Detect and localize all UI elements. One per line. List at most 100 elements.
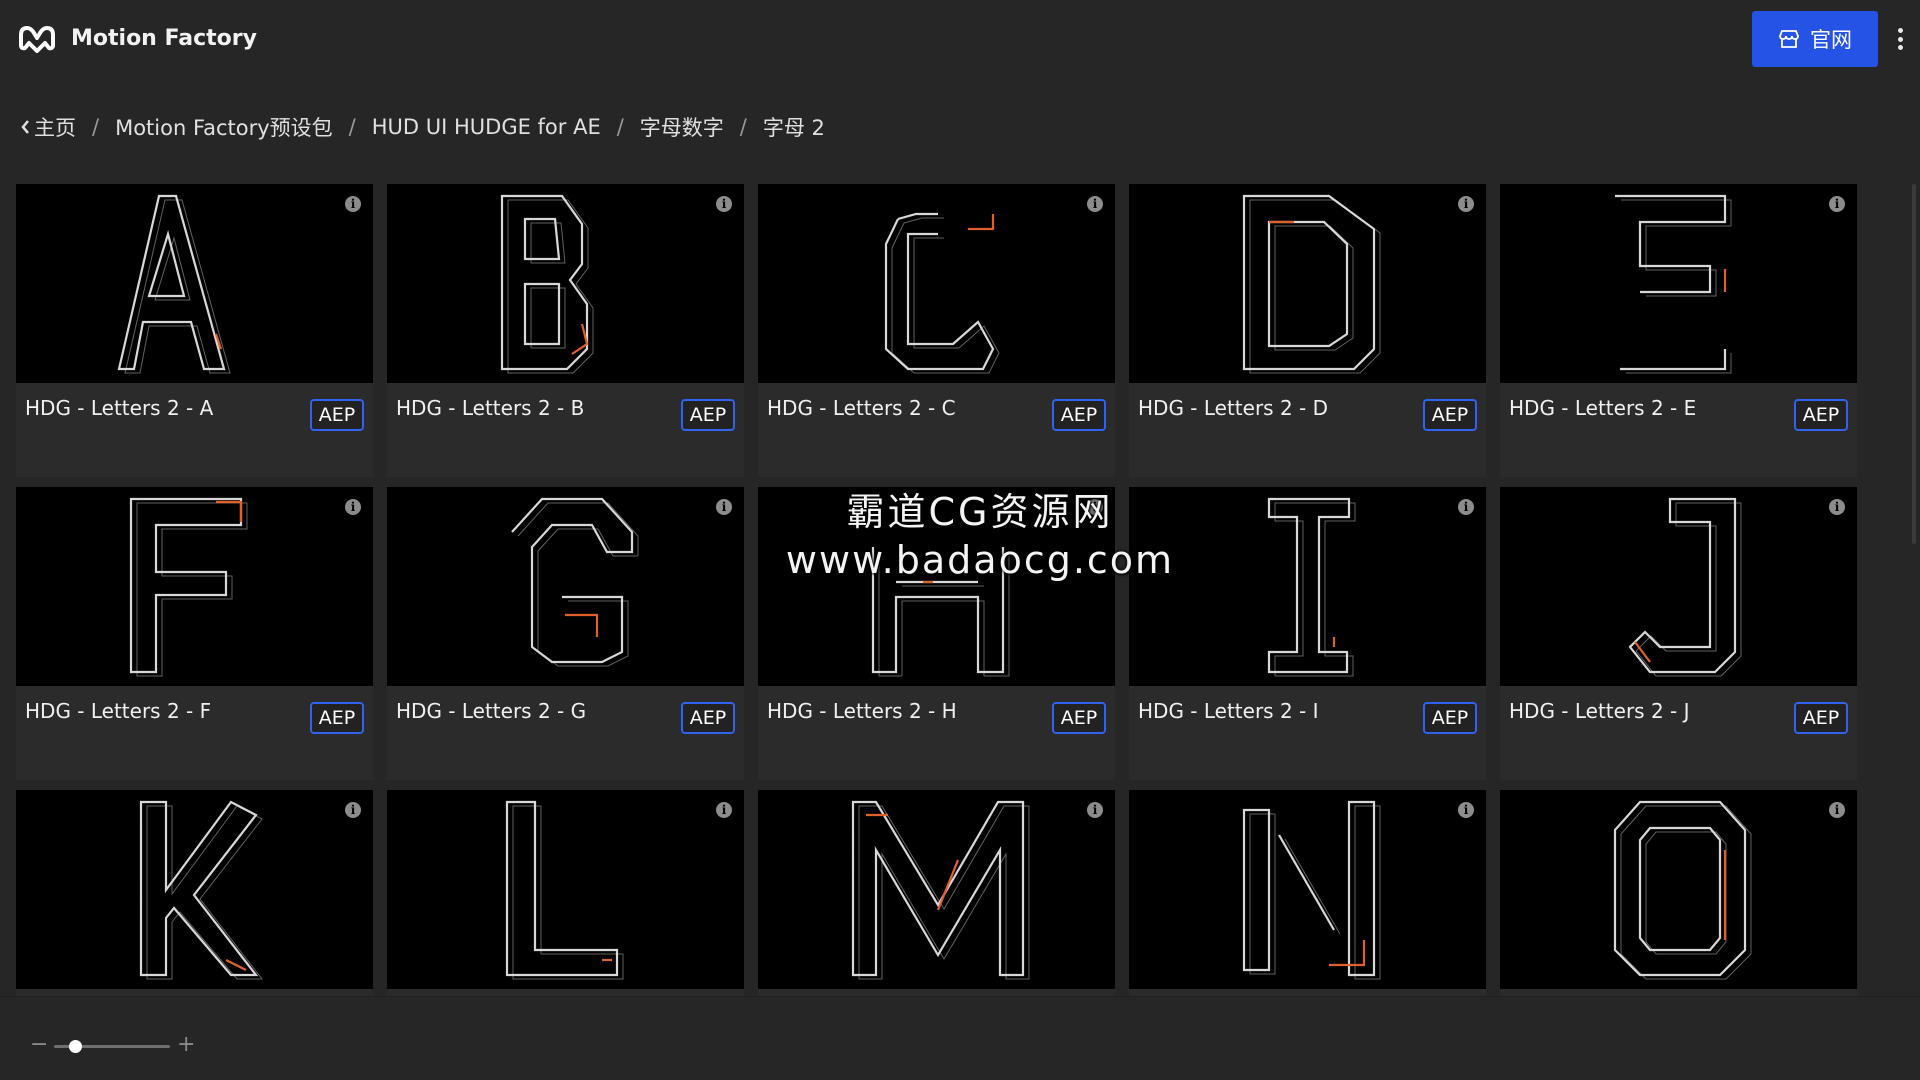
preset-title: HDG - Letters 2 - F — [25, 699, 212, 723]
file-type-badge: AEP — [1052, 702, 1106, 734]
preset-title: HDG - Letters 2 - I — [1138, 699, 1319, 723]
letter-m-graphic — [851, 800, 1030, 980]
preset-thumbnail[interactable]: i — [387, 790, 744, 989]
info-icon[interactable]: i — [1829, 499, 1845, 515]
preset-title: HDG - Letters 2 - J — [1509, 699, 1690, 723]
info-icon[interactable]: i — [345, 802, 361, 818]
zoom-in-button[interactable]: + — [177, 1034, 195, 1056]
zoom-out-button[interactable]: − — [30, 1034, 48, 1056]
preset-thumbnail[interactable]: i — [1500, 487, 1857, 686]
preset-title: HDG - Letters 2 - H — [767, 699, 957, 723]
store-icon — [1779, 30, 1799, 48]
info-icon[interactable]: i — [716, 802, 732, 818]
preset-card[interactable]: i HDG - Letters 2 - F AEP — [16, 487, 373, 780]
preset-title: HDG - Letters 2 - B — [396, 396, 585, 420]
file-type-badge: AEP — [310, 399, 364, 431]
preset-card[interactable]: i HDG - Letters 2 - H AEP — [758, 487, 1115, 780]
preset-title: HDG - Letters 2 - G — [396, 699, 587, 723]
official-site-label: 官网 — [1810, 28, 1852, 52]
letter-i-graphic — [1267, 497, 1356, 677]
breadcrumb-item-pack[interactable]: Motion Factory预设包 — [115, 112, 333, 142]
preset-card[interactable]: i HDG - Letters 2 - E AEP — [1500, 184, 1857, 477]
preset-thumbnail[interactable]: i — [387, 487, 744, 686]
letter-j-graphic — [1628, 497, 1742, 677]
official-site-button[interactable]: 官网 — [1752, 11, 1878, 67]
info-icon[interactable]: i — [345, 196, 361, 212]
preset-thumbnail[interactable]: i — [16, 487, 373, 686]
letter-a-graphic — [117, 194, 231, 374]
file-type-badge: AEP — [310, 702, 364, 734]
bottom-bar — [0, 996, 1920, 1080]
preset-title: HDG - Letters 2 - C — [767, 396, 956, 420]
motion-factory-logo[interactable] — [17, 23, 57, 53]
preset-card[interactable]: i HDG - Letters 2 - I AEP — [1129, 487, 1486, 780]
breadcrumb-separator: / — [348, 115, 356, 139]
letter-b-graphic — [500, 194, 594, 374]
info-icon[interactable]: i — [1458, 499, 1474, 515]
letter-n-graphic — [1242, 800, 1381, 980]
info-icon[interactable]: i — [1829, 802, 1845, 818]
info-icon[interactable]: i — [1829, 196, 1845, 212]
preset-card[interactable]: i HDG - Letters 2 - A AEP — [16, 184, 373, 477]
preset-thumbnail[interactable]: i — [1129, 487, 1486, 686]
preset-card[interactable]: i HDG - Letters 2 - G AEP — [387, 487, 744, 780]
preset-thumbnail[interactable]: i — [1129, 184, 1486, 383]
file-type-badge: AEP — [681, 399, 735, 431]
preset-card[interactable]: i — [758, 790, 1115, 996]
breadcrumb-separator: / — [616, 115, 624, 139]
letter-k-graphic — [139, 800, 264, 980]
info-icon[interactable]: i — [1087, 196, 1103, 212]
info-icon[interactable]: i — [1458, 196, 1474, 212]
preset-card[interactable]: i — [16, 790, 373, 996]
preset-card[interactable]: i — [387, 790, 744, 996]
breadcrumb-separator: / — [92, 115, 100, 139]
preset-card[interactable]: i HDG - Letters 2 - J AEP — [1500, 487, 1857, 780]
letter-l-graphic — [505, 800, 624, 980]
letter-d-graphic — [1242, 194, 1381, 374]
preset-thumbnail[interactable]: i — [758, 790, 1115, 989]
breadcrumb-separator: / — [739, 115, 747, 139]
info-icon[interactable]: i — [1087, 499, 1103, 515]
preset-title: HDG - Letters 2 - A — [25, 396, 214, 420]
scrollbar[interactable] — [1912, 184, 1916, 544]
preset-card[interactable]: i HDG - Letters 2 - C AEP — [758, 184, 1115, 477]
breadcrumb-home[interactable]: 主页 — [20, 112, 76, 142]
preset-thumbnail[interactable]: i — [16, 184, 373, 383]
preset-title: HDG - Letters 2 - D — [1138, 396, 1329, 420]
preset-thumbnail[interactable]: i — [1129, 790, 1486, 989]
preset-thumbnail[interactable]: i — [16, 790, 373, 989]
chevron-left-icon — [21, 120, 29, 134]
preset-thumbnail[interactable]: i — [758, 487, 1115, 686]
info-icon[interactable]: i — [1458, 802, 1474, 818]
breadcrumb: 主页 / Motion Factory预设包 / HUD UI HUDGE fo… — [20, 112, 825, 142]
file-type-badge: AEP — [1794, 399, 1848, 431]
top-bar: Motion Factory 官网 — [0, 0, 1920, 78]
file-type-badge: AEP — [1794, 702, 1848, 734]
letter-c-graphic — [884, 212, 1000, 374]
preset-card[interactable]: i — [1500, 790, 1857, 996]
preset-thumbnail[interactable]: i — [1500, 184, 1857, 383]
info-icon[interactable]: i — [1087, 802, 1103, 818]
letter-e-graphic — [1615, 194, 1732, 374]
letter-h-graphic — [871, 547, 1010, 677]
breadcrumb-item-alphanumeric[interactable]: 字母数字 — [640, 112, 724, 142]
preset-thumbnail[interactable]: i — [387, 184, 744, 383]
zoom-slider-handle[interactable] — [68, 1040, 82, 1053]
preset-title: HDG - Letters 2 - E — [1509, 396, 1697, 420]
file-type-badge: AEP — [1423, 702, 1477, 734]
info-icon[interactable]: i — [716, 196, 732, 212]
preset-thumbnail[interactable]: i — [758, 184, 1115, 383]
preset-card[interactable]: i HDG - Letters 2 - D AEP — [1129, 184, 1486, 477]
letter-o-graphic — [1613, 800, 1752, 980]
letter-g-graphic — [511, 497, 639, 667]
info-icon[interactable]: i — [345, 499, 361, 515]
breadcrumb-item-current: 字母 2 — [762, 116, 825, 140]
more-vertical-icon[interactable] — [1888, 24, 1912, 54]
breadcrumb-item-hud[interactable]: HUD UI HUDGE for AE — [372, 115, 601, 139]
file-type-badge: AEP — [1052, 399, 1106, 431]
preset-thumbnail[interactable]: i — [1500, 790, 1857, 989]
preset-card[interactable]: i — [1129, 790, 1486, 996]
zoom-control: − + — [30, 1034, 200, 1056]
preset-card[interactable]: i HDG - Letters 2 - B AEP — [387, 184, 744, 477]
info-icon[interactable]: i — [716, 499, 732, 515]
